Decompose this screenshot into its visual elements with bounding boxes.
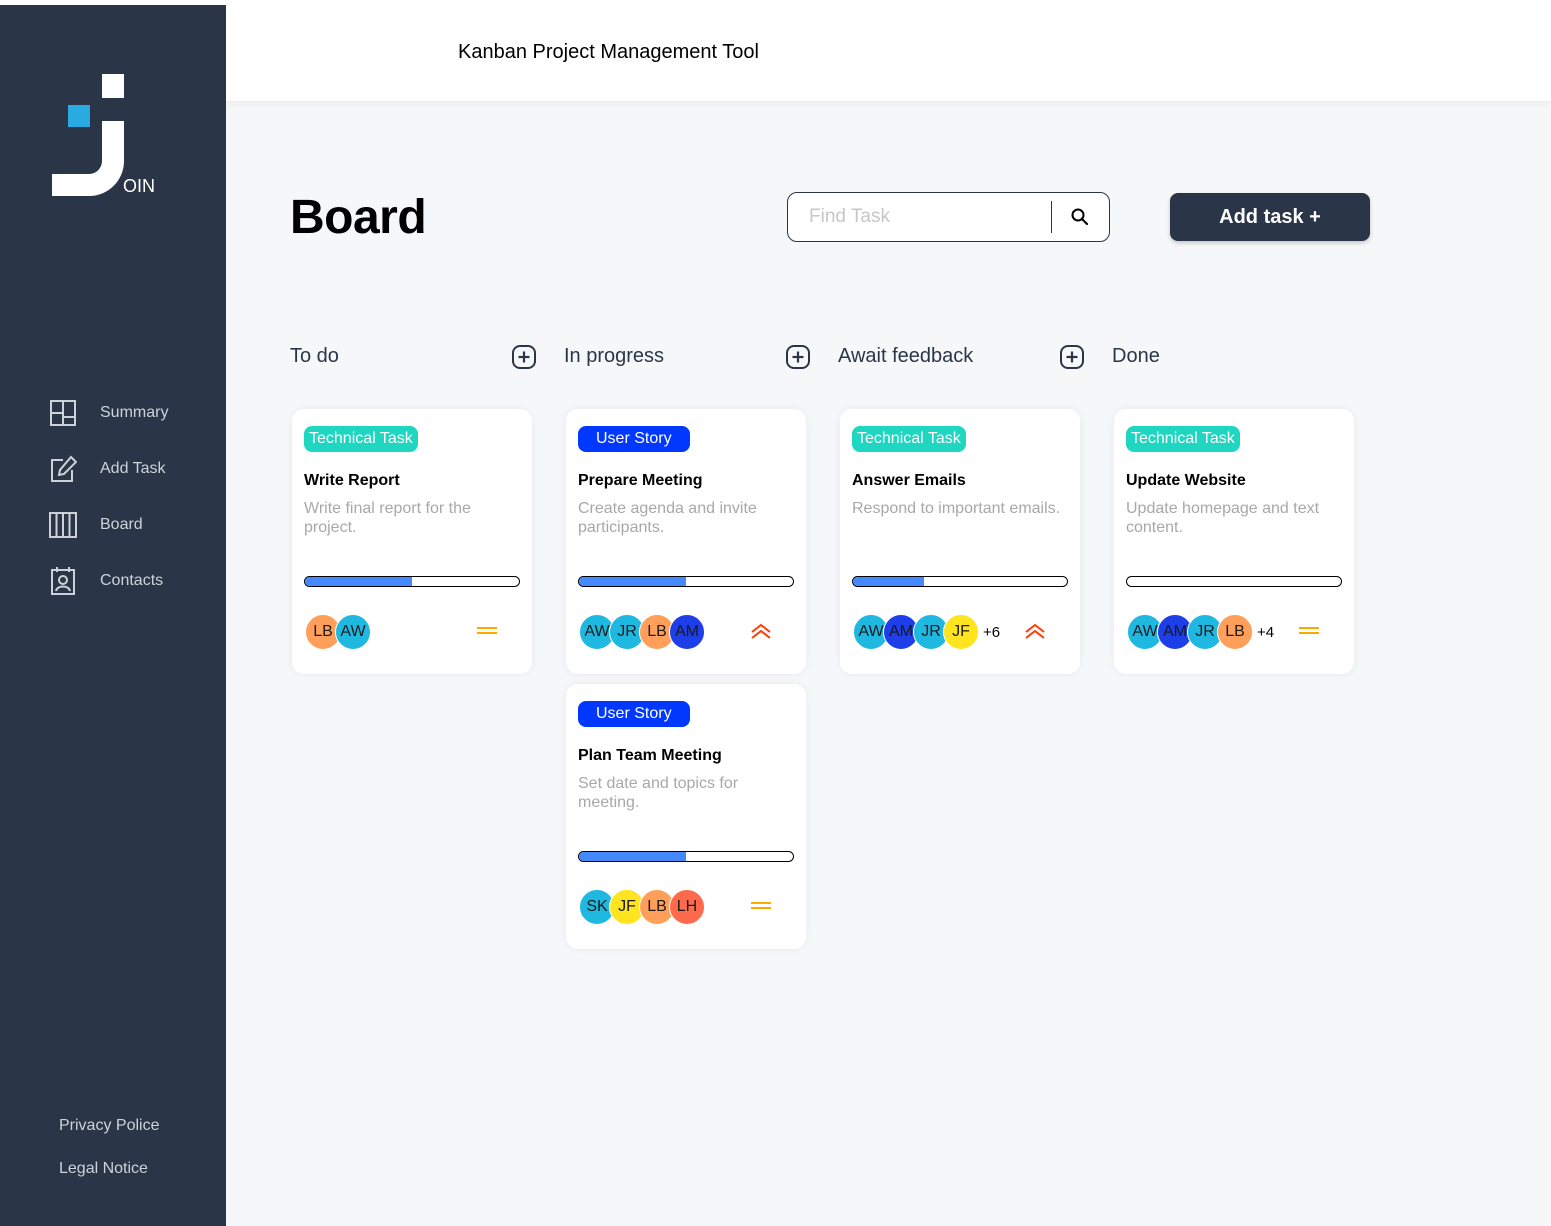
assignee-list: LB AW bbox=[305, 614, 371, 650]
sidebar-item-label: Add Task bbox=[100, 460, 166, 477]
card-title: Update Website bbox=[1126, 472, 1246, 489]
task-card-prepare-meeting[interactable]: User Story Prepare Meeting Create agenda… bbox=[566, 409, 806, 674]
task-card-answer-emails[interactable]: Technical Task Answer Emails Respond to … bbox=[840, 409, 1080, 674]
plus-icon bbox=[786, 345, 810, 369]
summary-icon bbox=[48, 398, 78, 428]
category-badge: User Story bbox=[578, 701, 690, 727]
priority-urgent-icon bbox=[750, 622, 772, 640]
avatar: LH bbox=[669, 889, 705, 925]
add-to-todo-button[interactable] bbox=[512, 345, 536, 369]
column-header-await-feedback: Await feedback bbox=[838, 345, 1084, 371]
progress-bar bbox=[852, 576, 1068, 587]
search-icon bbox=[1071, 208, 1089, 226]
progress-fill bbox=[579, 852, 686, 861]
app-title: Kanban Project Management Tool bbox=[458, 41, 759, 63]
card-description: Update homepage and text content. bbox=[1126, 500, 1320, 536]
sidebar-item-contacts[interactable]: Contacts bbox=[48, 565, 226, 597]
card-title: Write Report bbox=[304, 472, 400, 489]
avatar: AW bbox=[335, 614, 371, 650]
priority-medium-icon bbox=[476, 622, 498, 640]
more-assignees-count: +4 bbox=[1257, 623, 1275, 641]
sidebar-item-label: Contacts bbox=[100, 572, 164, 589]
column-header-in-progress: In progress bbox=[564, 345, 810, 371]
top-header: Kanban Project Management Tool bbox=[226, 5, 1551, 101]
sidebar-item-summary[interactable]: Summary bbox=[48, 397, 226, 429]
assignee-list: AW AM JR JF +6 bbox=[853, 614, 1000, 650]
logo-text: OIN bbox=[123, 176, 156, 196]
privacy-link[interactable]: Privacy Police bbox=[59, 1117, 159, 1141]
add-task-icon bbox=[48, 454, 78, 484]
category-badge: Technical Task bbox=[852, 426, 966, 452]
search-button[interactable] bbox=[1052, 193, 1108, 241]
card-title: Plan Team Meeting bbox=[578, 747, 722, 764]
priority-medium-icon bbox=[1298, 622, 1320, 640]
priority-urgent-icon bbox=[1024, 622, 1046, 640]
board-icon bbox=[48, 510, 78, 540]
contacts-icon bbox=[48, 566, 78, 596]
progress-fill bbox=[305, 577, 412, 586]
card-description: Set date and topics for meeting. bbox=[578, 775, 739, 811]
search-input[interactable] bbox=[809, 206, 1044, 228]
column-title: Done bbox=[1112, 345, 1160, 367]
category-badge: User Story bbox=[578, 426, 690, 452]
progress-bar bbox=[578, 851, 794, 862]
priority-medium-icon bbox=[750, 897, 772, 915]
assignee-list: AW AM JR LB +4 bbox=[1127, 614, 1274, 650]
card-description: Write final report for the project. bbox=[304, 500, 471, 536]
sidebar-nav: Summary Add Task Board Contacts bbox=[48, 397, 226, 621]
task-card-update-website[interactable]: Technical Task Update Website Update hom… bbox=[1114, 409, 1354, 674]
more-assignees-count: +6 bbox=[983, 623, 1001, 641]
column-header-done: Done bbox=[1112, 345, 1358, 371]
progress-bar bbox=[304, 576, 520, 587]
plus-icon bbox=[1060, 345, 1084, 369]
category-badge: Technical Task bbox=[304, 426, 418, 452]
category-badge: Technical Task bbox=[1126, 426, 1240, 452]
avatar: LB bbox=[1217, 614, 1253, 650]
sidebar-item-add-task[interactable]: Add Task bbox=[48, 453, 226, 485]
add-to-in-progress-button[interactable] bbox=[786, 345, 810, 369]
card-title: Answer Emails bbox=[852, 472, 966, 489]
assignee-list: SK JF LB LH bbox=[579, 889, 705, 925]
sidebar-footer: Privacy Police Legal Notice bbox=[59, 1117, 159, 1203]
column-title: To do bbox=[290, 345, 339, 367]
card-description: Respond to important emails. bbox=[852, 500, 1061, 517]
sidebar-item-board[interactable]: Board bbox=[48, 509, 226, 541]
sidebar-item-label: Board bbox=[100, 516, 143, 533]
task-card-plan-team-meeting[interactable]: User Story Plan Team Meeting Set date an… bbox=[566, 684, 806, 949]
sidebar-item-label: Summary bbox=[100, 404, 169, 421]
column-title: In progress bbox=[564, 345, 665, 367]
avatar: AM bbox=[669, 614, 705, 650]
card-description: Create agenda and invite participants. bbox=[578, 500, 757, 536]
join-logo[interactable]: OIN bbox=[50, 69, 160, 199]
page-title: Board bbox=[290, 191, 427, 244]
assignee-list: AW JR LB AM bbox=[579, 614, 705, 650]
legal-notice-link[interactable]: Legal Notice bbox=[59, 1160, 159, 1184]
column-title: Await feedback bbox=[838, 345, 974, 367]
progress-fill bbox=[579, 577, 686, 586]
progress-fill bbox=[853, 577, 924, 586]
avatar: JF bbox=[943, 614, 979, 650]
task-card-write-report[interactable]: Technical Task Write Report Write final … bbox=[292, 409, 532, 674]
progress-bar bbox=[578, 576, 794, 587]
add-task-button[interactable]: Add task + bbox=[1170, 193, 1370, 241]
sidebar: OIN Summary Add Task Board Contacts Priv… bbox=[0, 5, 226, 1226]
search-box bbox=[787, 192, 1110, 242]
plus-icon bbox=[512, 345, 536, 369]
progress-bar bbox=[1126, 576, 1342, 587]
column-header-todo: To do bbox=[290, 345, 536, 371]
card-title: Prepare Meeting bbox=[578, 472, 703, 489]
add-to-await-feedback-button[interactable] bbox=[1060, 345, 1084, 369]
